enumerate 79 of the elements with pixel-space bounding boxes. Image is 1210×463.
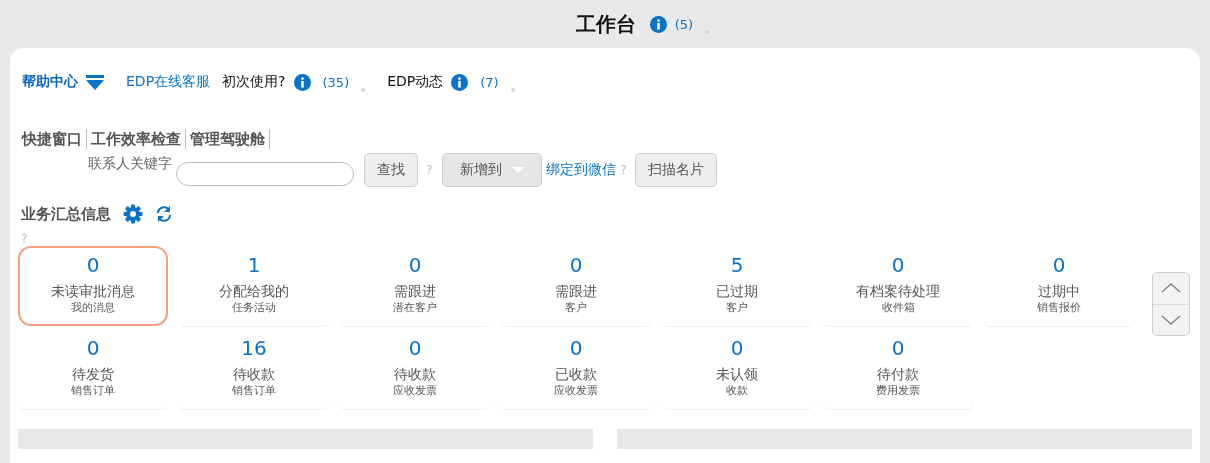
info-icon[interactable] [649,15,667,33]
search-button[interactable]: 查找 [364,153,418,187]
stat-label: 已过期 [716,282,758,300]
stat-tile[interactable]: 0 有档案待处理 收件箱 [823,246,973,326]
stat-label: 待付款 [877,365,919,383]
stat-value: 0 [569,335,583,361]
stat-sublabel: 我的消息 [71,300,115,315]
stat-tile[interactable]: 0 待发货 销售订单 [18,329,168,409]
stat-label: 有档案待处理 [856,282,940,300]
stat-tile[interactable]: 0 过期中 销售报价 [984,246,1134,326]
stat-tile[interactable]: 0 需跟进 客户 [501,246,651,326]
info-count[interactable]: (5) [674,16,694,32]
stat-sublabel: 客户 [726,300,748,315]
stat-value: 16 [241,335,267,361]
add-dropdown[interactable]: 新增到 [442,153,543,187]
stat-sublabel: 收件箱 [881,300,915,315]
stat-label: 过期中 [1038,282,1080,300]
stat-sublabel: 销售订单 [232,383,276,398]
info-icon[interactable] [293,73,311,91]
tab[interactable]: 工作效率检查 [87,129,186,149]
stat-sublabel: 销售报价 [1037,300,1081,315]
caret-icon [512,167,525,173]
separator-dot [361,88,366,92]
stat-tile[interactable]: 0 未读审批消息 我的消息 [18,246,168,326]
stat-tile[interactable]: 0 已收款 应收发票 [501,329,651,409]
stat-value: 0 [408,335,422,361]
stat-label: 需跟进 [555,282,597,300]
settings-icon[interactable] [123,204,143,224]
stat-tile[interactable]: 0 未认领 收款 [662,329,812,409]
field-label: 联系人关键字 [88,155,172,173]
stat-tile[interactable]: 0 需跟进 潜在客户 [340,246,490,326]
stat-value: 0 [86,252,100,278]
stat-label: 已收款 [555,365,597,383]
stat-label: 待收款 [394,365,436,383]
stat-label: 未读审批消息 [51,282,135,300]
stat-sublabel: 应收发票 [554,383,598,398]
info-icon[interactable] [451,73,469,91]
tab[interactable]: 快捷窗口 [18,129,87,149]
stat-value: 0 [408,252,422,278]
stat-sublabel: 费用发票 [876,383,920,398]
keyword-field[interactable] [176,162,354,186]
stat-value: 0 [891,252,905,278]
stat-value: 1 [247,252,261,278]
stat-tile[interactable]: 5 已过期 客户 [662,246,812,326]
stat-value: 0 [730,335,744,361]
stat-tile[interactable]: 0 待付款 费用发票 [823,329,973,409]
stat-value: 5 [730,252,744,278]
page-title: 工作台 [575,10,636,38]
tab[interactable]: 管理驾驶舱 [186,129,270,149]
stat-sublabel: 潜在客户 [393,300,437,315]
stat-label: 需跟进 [394,282,436,300]
help-label[interactable]: EDP动态 [387,73,444,91]
stat-label: 待收款 [233,365,275,383]
refresh-icon[interactable] [155,205,173,223]
stat-value: 0 [569,252,583,278]
stat-label: 待发货 [72,365,114,383]
dropdown-arrow-icon[interactable] [86,74,104,90]
stat-sublabel: 客户 [565,300,587,315]
stat-label: 分配给我的 [219,282,289,300]
stat-tile[interactable]: 0 待收款 应收发票 [340,329,490,409]
info-count[interactable]: (35) [322,74,350,90]
help-link[interactable]: EDP在线客服 [126,73,211,91]
stat-value: 0 [86,335,100,361]
stat-sublabel: 应收发票 [393,383,437,398]
stat-sublabel: 销售订单 [71,383,115,398]
stat-tile[interactable]: 1 分配给我的 任务活动 [179,246,329,326]
stat-tile[interactable]: 16 待收款 销售订单 [179,329,329,409]
stat-value: 0 [1052,252,1066,278]
stat-label: 未认领 [716,365,758,383]
help-center-menu[interactable]: 帮助中心 [18,73,78,91]
info-count[interactable]: (7) [480,74,499,90]
separator-dot [510,88,515,92]
section-title: 业务汇总信息 [21,204,111,224]
scan-card-button[interactable]: 扫描名片 [634,153,717,187]
stat-sublabel: 任务活动 [232,300,276,315]
help-label[interactable]: 初次使用? [222,73,286,91]
wechat-link[interactable]: 绑定到微信 [546,161,617,179]
stat-sublabel: 收款 [726,383,748,398]
stat-value: 0 [891,335,905,361]
